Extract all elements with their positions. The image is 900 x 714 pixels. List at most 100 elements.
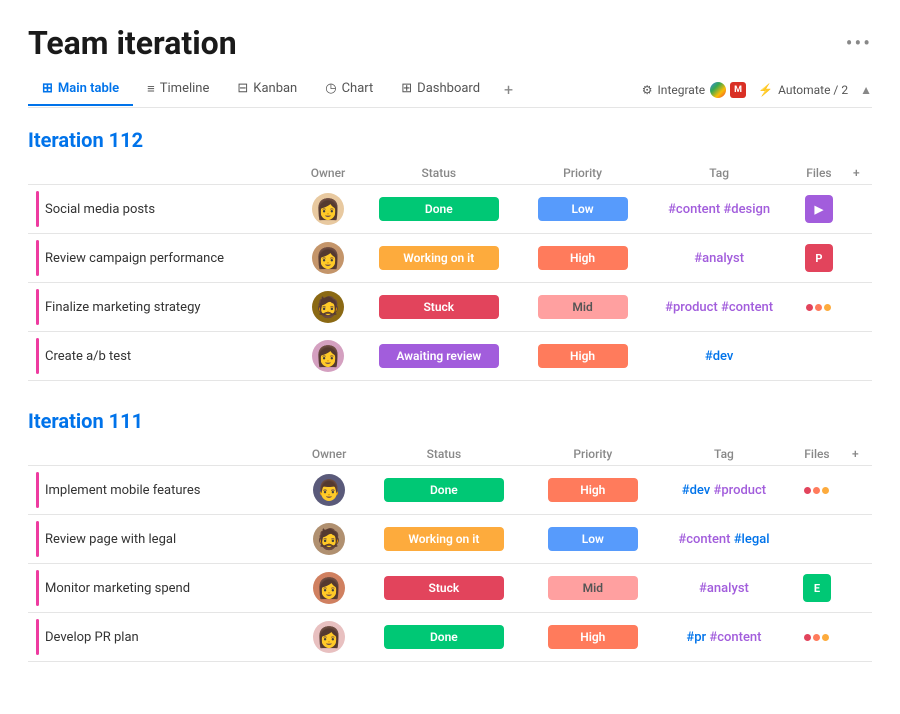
files-cell: E (790, 564, 844, 613)
priority-badge[interactable]: Mid (548, 576, 638, 600)
files-cell (790, 515, 844, 564)
table-row[interactable]: Implement mobile features👨DoneHigh#dev #… (28, 466, 872, 515)
task-name: Develop PR plan (45, 630, 139, 645)
priority-cell[interactable]: High (528, 613, 658, 662)
file-icon (804, 487, 829, 494)
page-container: Team iteration ••• ⊞ Main table ≡ Timeli… (0, 0, 900, 714)
task-name: Create a/b test (45, 349, 131, 364)
tab-kanban[interactable]: ⊟ Kanban (223, 73, 311, 106)
page-title: Team iteration (28, 24, 237, 62)
priority-badge[interactable]: Low (538, 197, 628, 221)
gmail-icon: M (730, 82, 746, 98)
task-name: Social media posts (45, 202, 155, 217)
priority-cell[interactable]: High (520, 332, 646, 381)
iteration-section-1: Iteration 111OwnerStatusPriorityTagFiles… (28, 409, 872, 662)
task-name: Finalize marketing strategy (45, 300, 201, 315)
task-name: Monitor marketing spend (45, 581, 190, 596)
status-badge[interactable]: Awaiting review (379, 344, 499, 368)
tag: #product (714, 483, 767, 498)
status-badge[interactable]: Done (384, 625, 504, 649)
table-row[interactable]: Review campaign performance👩Working on i… (28, 234, 872, 283)
status-cell[interactable]: Done (360, 613, 527, 662)
status-badge[interactable]: Stuck (379, 295, 499, 319)
avatar: 🧔 (312, 291, 344, 323)
task-cell: Review page with legal (28, 515, 298, 564)
integrate-button[interactable]: ⚙ Integrate M (642, 82, 746, 98)
status-badge[interactable]: Stuck (384, 576, 504, 600)
priority-cell[interactable]: Mid (520, 283, 646, 332)
tab-main-table[interactable]: ⊞ Main table (28, 73, 133, 106)
table-row[interactable]: Review page with legal🧔Working on itLow#… (28, 515, 872, 564)
priority-badge[interactable]: High (548, 625, 638, 649)
automate-button[interactable]: ⚡ Automate / 2 (758, 83, 848, 97)
file-icon: E (803, 574, 831, 602)
status-badge[interactable]: Working on it (384, 527, 504, 551)
status-cell[interactable]: Stuck (360, 564, 527, 613)
collapse-button[interactable]: ▲ (860, 83, 872, 97)
col-header-priority: Priority (520, 162, 646, 185)
row-add-cell (844, 466, 872, 515)
task-cell: Finalize marketing strategy (28, 283, 298, 332)
add-tab-button[interactable]: + (494, 72, 523, 107)
status-cell[interactable]: Done (358, 185, 520, 234)
priority-badge[interactable]: High (548, 478, 638, 502)
table-row[interactable]: Social media posts👩DoneLow#content #desi… (28, 185, 872, 234)
avatar: 👩 (312, 340, 344, 372)
priority-badge[interactable]: High (538, 344, 628, 368)
status-cell[interactable]: Stuck (358, 283, 520, 332)
status-badge[interactable]: Working on it (379, 246, 499, 270)
status-cell[interactable]: Working on it (358, 234, 520, 283)
priority-cell[interactable]: Low (520, 185, 646, 234)
tab-chart[interactable]: ◷ Chart (311, 73, 387, 106)
row-add-cell (844, 515, 872, 564)
file-icon (804, 634, 829, 641)
kanban-icon: ⊟ (237, 81, 248, 96)
priority-cell[interactable]: Mid (528, 564, 658, 613)
task-cell: Create a/b test (28, 332, 298, 381)
iteration-table-1: OwnerStatusPriorityTagFiles+Implement mo… (28, 443, 872, 662)
tag-cell: #content #design (646, 185, 793, 234)
priority-badge[interactable]: Mid (538, 295, 628, 319)
priority-badge[interactable]: Low (548, 527, 638, 551)
status-cell[interactable]: Working on it (360, 515, 527, 564)
iteration-table-0: OwnerStatusPriorityTagFiles+Social media… (28, 162, 872, 381)
table-row[interactable]: Finalize marketing strategy 🧔 Stuck Mid #pro… (28, 283, 872, 332)
files-cell: ▶ (793, 185, 845, 234)
file-icon (806, 304, 831, 311)
task-cell: Develop PR plan (28, 613, 298, 662)
tag: #content (709, 630, 761, 645)
status-badge[interactable]: Done (379, 197, 499, 221)
task-name: Implement mobile features (45, 483, 200, 498)
tag-cell: #product #content (646, 283, 793, 332)
avatar: 👩 (313, 572, 345, 604)
more-button[interactable]: ••• (846, 31, 872, 55)
col-header-priority: Priority (528, 443, 658, 466)
owner-cell: 🧔 (298, 515, 360, 564)
table-row[interactable]: Monitor marketing spend👩StuckMid#analyst… (28, 564, 872, 613)
header: Team iteration ••• (28, 24, 872, 62)
status-cell[interactable]: Awaiting review (358, 332, 520, 381)
tab-timeline[interactable]: ≡ Timeline (133, 73, 223, 107)
files-cell: P (793, 234, 845, 283)
owner-cell: 👩 (298, 613, 360, 662)
add-column-button[interactable]: + (845, 162, 872, 185)
tab-dashboard[interactable]: ⊞ Dashboard (387, 73, 494, 106)
col-header-status: Status (360, 443, 527, 466)
add-column-button[interactable]: + (844, 443, 872, 466)
col-header-files: Files (793, 162, 845, 185)
tab-right-actions: ⚙ Integrate M ⚡ Automate / 2 ▲ (642, 82, 872, 98)
table-row[interactable]: Develop PR plan👩DoneHigh#pr #content (28, 613, 872, 662)
priority-cell[interactable]: High (520, 234, 646, 283)
row-add-cell (845, 185, 872, 234)
col-header-status: Status (358, 162, 520, 185)
files-cell (790, 613, 844, 662)
row-add-cell (845, 332, 872, 381)
tag: #design (723, 202, 770, 217)
status-cell[interactable]: Done (360, 466, 527, 515)
priority-cell[interactable]: Low (528, 515, 658, 564)
tag: #content (721, 300, 773, 315)
table-row[interactable]: Create a/b test👩Awaiting reviewHigh#dev (28, 332, 872, 381)
priority-cell[interactable]: High (528, 466, 658, 515)
priority-badge[interactable]: High (538, 246, 628, 270)
status-badge[interactable]: Done (384, 478, 504, 502)
